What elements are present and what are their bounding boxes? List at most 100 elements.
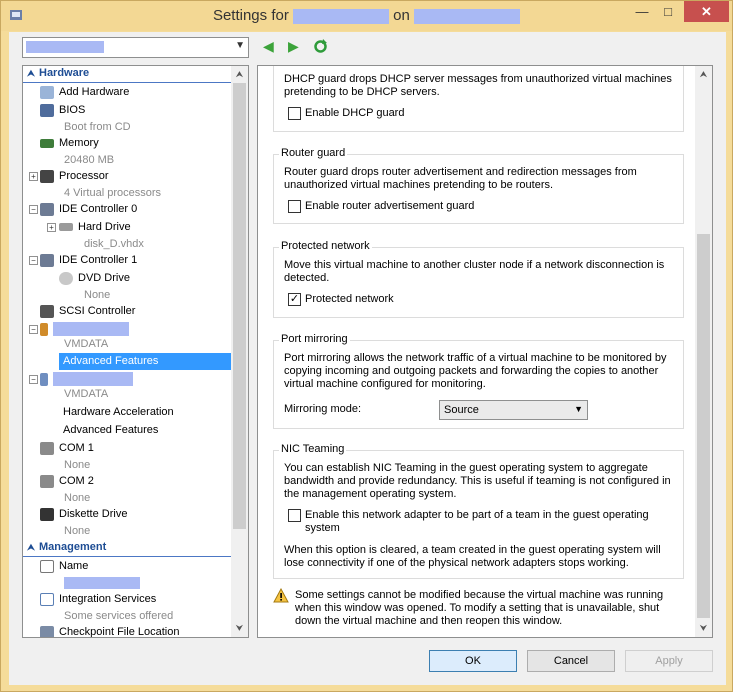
expand-icon[interactable]: + [29, 172, 38, 181]
tree-item-add-hardware[interactable]: Add Hardware [40, 84, 129, 101]
management-category[interactable]: ⮝ Management [23, 541, 232, 557]
title-prefix: Settings for [212, 7, 289, 24]
tree-item-integration-services[interactable]: Integration Services [40, 591, 156, 608]
router-guard-label[interactable]: Enable router advertisement guard [305, 200, 474, 212]
tree-item-label: COM 1 [59, 442, 94, 454]
forward-arrow-icon[interactable]: ▶ [288, 39, 299, 53]
port-mirroring-description: Port mirroring allows the network traffi… [284, 352, 667, 390]
apply-button[interactable]: Apply [625, 650, 713, 672]
tree-item-label: COM 2 [59, 475, 94, 487]
maximize-button[interactable]: □ [655, 1, 681, 22]
chevron-down-icon: ▼ [235, 40, 245, 51]
memory-icon [40, 138, 54, 148]
network-adapter-icon [40, 322, 48, 336]
detail-scrollbar[interactable]: ⮝ ⮟ [695, 66, 712, 637]
nic-teaming-label[interactable]: Enable this network adapter to be part o… [305, 509, 675, 535]
collapse-icon[interactable]: − [29, 375, 38, 384]
tree-item-checkpoint-file-location[interactable]: Checkpoint File Location [40, 624, 179, 637]
dhcp-guard-description: DHCP guard drops DHCP server messages fr… [284, 73, 672, 98]
tree-item-dvd-drive[interactable]: DVD Drive [59, 270, 130, 287]
router-guard-checkbox[interactable] [288, 200, 301, 213]
checkpoint-icon [40, 625, 54, 637]
scroll-up-icon[interactable]: ⮝ [695, 69, 712, 80]
tree-item-name[interactable]: Name [40, 558, 88, 575]
hardware-label: Hardware [39, 67, 90, 79]
close-button[interactable]: ✕ [684, 1, 729, 22]
mirroring-mode-label: Mirroring mode: [284, 403, 362, 415]
tree-item-bios[interactable]: BIOS [40, 102, 85, 119]
protected-network-label[interactable]: Protected network [305, 293, 394, 305]
expand-icon[interactable]: + [47, 223, 56, 232]
minimize-button[interactable]: — [629, 1, 655, 22]
integration-services-icon [40, 592, 54, 606]
scrollbar-thumb[interactable] [697, 234, 710, 618]
nic-teaming-note: When this option is cleared, a team crea… [284, 544, 661, 569]
tree-item-sub: disk_D.vhdx [84, 238, 144, 250]
tree-item-sub: Boot from CD [64, 121, 131, 133]
hardware-category[interactable]: ⮝ Hardware [23, 67, 232, 83]
dhcp-guard-checkbox[interactable] [288, 107, 301, 120]
tree-item-network-adapter-1[interactable] [40, 321, 129, 338]
tree-item-network-adapter-2[interactable] [40, 371, 133, 388]
protected-network-title: Protected network [279, 240, 372, 252]
warning-message: Some settings cannot be modified because… [295, 589, 664, 627]
router-guard-description: Router guard drops router advertisement … [284, 166, 637, 191]
window-title: Settings for on [1, 7, 732, 24]
tree-item-advanced-features-selected[interactable]: Advanced Features [59, 353, 233, 370]
tree-item-hardware-acceleration[interactable]: Hardware Acceleration [63, 404, 174, 421]
vm-selector-dropdown[interactable]: ▼ [22, 37, 249, 58]
collapse-icon[interactable]: − [29, 205, 38, 214]
tree-item-label: Processor [59, 170, 109, 182]
scroll-down-icon[interactable]: ⮟ [695, 623, 712, 634]
protected-network-checkbox[interactable]: ✓ [288, 293, 301, 306]
tree-item-sub: VMDATA [64, 388, 109, 400]
scroll-down-icon[interactable]: ⮟ [231, 623, 248, 634]
router-guard-title: Router guard [279, 147, 348, 159]
settings-tree: ⮝ Hardware Add Hardware BIOS Boot from CD… [22, 65, 249, 638]
tree-item-com1[interactable]: COM 1 [40, 440, 94, 457]
tree-item-label: Integration Services [59, 593, 157, 605]
tree-item-processor[interactable]: Processor [40, 168, 109, 185]
title-bar[interactable]: Settings for on — □ ✕ [1, 1, 732, 31]
ok-button[interactable]: OK [429, 650, 517, 672]
cancel-button[interactable]: Cancel [527, 650, 615, 672]
network-adapter-icon [40, 372, 48, 386]
redacted-adapter-name [53, 322, 129, 337]
collapse-chevron-icon[interactable]: ⮝ [23, 542, 39, 553]
tree-item-sub: VMDATA [64, 338, 109, 350]
tree-item-label: DVD Drive [78, 272, 130, 284]
collapse-icon[interactable]: − [29, 325, 38, 334]
tree-item-sub: None [64, 492, 91, 504]
settings-detail-pane: DHCP guard drops DHCP server messages fr… [257, 65, 713, 638]
port-mirroring-title: Port mirroring [279, 333, 350, 345]
redacted-adapter-name [53, 372, 133, 387]
ide-controller-icon [40, 253, 54, 267]
serial-port-icon [40, 441, 54, 455]
refresh-icon[interactable] [313, 39, 328, 54]
tree-scrollbar[interactable]: ⮝ ⮟ [231, 66, 248, 637]
tree-item-sub: None [64, 459, 91, 471]
tree-item-ide-controller-1[interactable]: IDE Controller 1 [40, 252, 137, 269]
tree-item-sub: Some services offered [64, 610, 174, 622]
tree-item-hard-drive[interactable]: Hard Drive [59, 219, 131, 236]
nic-teaming-checkbox[interactable] [288, 509, 301, 522]
tree-item-diskette-drive[interactable]: Diskette Drive [40, 506, 127, 523]
tree-item-com2[interactable]: COM 2 [40, 473, 94, 490]
tree-item-memory[interactable]: Memory [40, 135, 99, 152]
collapse-chevron-icon[interactable]: ⮝ [23, 68, 39, 79]
tree-item-advanced-features[interactable]: Advanced Features [63, 422, 158, 439]
tree-item-ide-controller-0[interactable]: IDE Controller 0 [40, 201, 137, 218]
dhcp-guard-label[interactable]: Enable DHCP guard [305, 107, 404, 119]
redacted-host-name [414, 8, 521, 24]
name-text-icon [40, 559, 54, 573]
warning-icon [273, 588, 289, 603]
back-arrow-icon[interactable]: ◀ [263, 39, 274, 53]
collapse-icon[interactable]: − [29, 256, 38, 265]
scroll-up-icon[interactable]: ⮝ [231, 69, 248, 80]
scrollbar-thumb[interactable] [233, 83, 246, 529]
tree-item-label: IDE Controller 1 [59, 254, 138, 266]
mirroring-mode-select[interactable]: Source ▼ [439, 400, 588, 420]
tree-item-label: Hard Drive [78, 221, 131, 233]
mirroring-mode-value: Source [444, 404, 479, 416]
tree-item-scsi-controller[interactable]: SCSI Controller [40, 303, 135, 320]
